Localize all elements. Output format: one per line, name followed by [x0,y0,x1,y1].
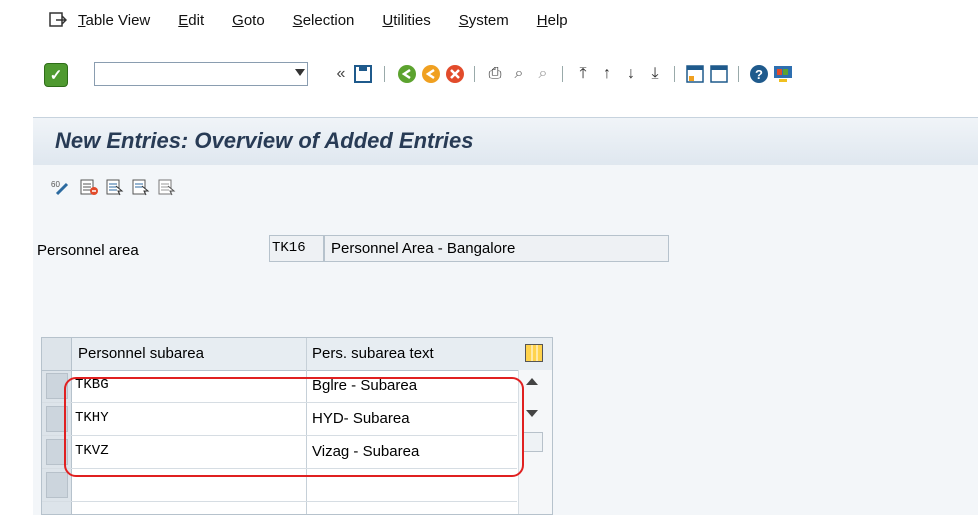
row-selector[interactable] [46,472,68,498]
toolbar-separator [738,66,739,82]
column-header-personnel-subarea[interactable]: Personnel subarea [78,345,204,362]
previous-page-icon[interactable]: ↑ [596,63,618,85]
vertical-scrollbar[interactable] [518,370,552,514]
menu-goto[interactable]: Goto [232,12,265,29]
personnel-area-text-field: Personnel Area - Bangalore [324,235,669,262]
menu-help[interactable]: Help [537,12,568,29]
help-icon[interactable]: ? [748,63,770,85]
command-dropdown-icon[interactable] [295,69,305,76]
change-display-icon[interactable]: 60 [51,177,71,197]
cell-subarea-text[interactable]: HYD- Subarea [312,410,410,427]
svg-text:?: ? [755,67,763,82]
toolbar-separator [384,66,385,82]
collapse-icon[interactable]: « [330,63,352,85]
table-row: TKBG Bglre - Subarea [42,370,517,403]
shortcut-icon[interactable] [708,63,730,85]
row-selector[interactable] [46,439,68,465]
print-icon[interactable]: ⎙ [484,63,506,85]
delete-icon[interactable] [79,177,99,197]
find-next-icon[interactable]: ⌕ [532,63,554,85]
menu-edit[interactable]: Edit [178,12,204,29]
scroll-thumb[interactable] [523,432,543,452]
cell-subarea[interactable]: TKVZ [75,443,109,459]
table-settings-icon[interactable] [525,344,543,362]
command-field[interactable] [94,62,308,86]
cell-subarea[interactable]: TKBG [75,377,109,393]
exit-icon[interactable] [420,63,442,85]
select-block-icon[interactable] [131,177,151,197]
enter-icon[interactable]: ✓ [44,63,68,87]
menu-table-view[interactable]: Table View [78,12,150,29]
personnel-area-label: Personnel area [37,242,139,259]
subarea-table: Personnel subarea Pers. subarea text TKB… [41,337,553,515]
title-band: New Entries: Overview of Added Entries [33,117,978,167]
menu-selection[interactable]: Selection [293,12,355,29]
cell-subarea-text[interactable]: Vizag - Subarea [312,443,419,460]
table-row: TKHY HYD- Subarea [42,403,517,436]
menu-system[interactable]: System [459,12,509,29]
table-row: TKVZ Vizag - Subarea [42,436,517,469]
select-all-icon[interactable] [105,177,125,197]
scroll-up-icon[interactable] [526,378,538,385]
system-toolbar: ✓ « ⎙ ⌕ ⌕ ⤒ ↑ ↓ ⤓ ? [0,54,978,94]
cell-subarea[interactable]: TKHY [75,410,109,426]
row-selector[interactable] [46,373,68,399]
scroll-down-icon[interactable] [526,410,538,417]
application-toolbar: 60 [33,165,978,211]
table-row [42,469,517,502]
next-page-icon[interactable]: ↓ [620,63,642,85]
table-header: Personnel subarea Pers. subarea text [42,338,552,371]
svg-text:60: 60 [51,180,60,189]
cell-subarea-text[interactable]: Bglre - Subarea [312,377,417,394]
row-selector[interactable] [46,406,68,432]
toolbar-separator [474,66,475,82]
find-icon[interactable]: ⌕ [508,63,530,85]
page-title: New Entries: Overview of Added Entries [55,128,474,153]
back-icon[interactable] [396,63,418,85]
exit-menu-icon[interactable] [48,10,68,30]
personnel-area-code-field: TK16 [269,235,324,262]
customize-layout-icon[interactable] [772,63,794,85]
save-icon[interactable] [352,63,374,85]
last-page-icon[interactable]: ⤓ [644,63,666,85]
menu-bar: Table View Edit Goto Selection Utilities… [0,0,978,40]
first-page-icon[interactable]: ⤒ [572,63,594,85]
select-all-rows-button[interactable] [42,338,72,370]
column-header-subarea-text[interactable]: Pers. subarea text [312,345,434,362]
cancel-icon[interactable] [444,63,466,85]
toolbar-separator [562,66,563,82]
menu-utilities[interactable]: Utilities [382,12,430,29]
create-session-icon[interactable] [684,63,706,85]
deselect-all-icon[interactable] [157,177,177,197]
toolbar-separator [674,66,675,82]
command-input[interactable] [99,63,283,85]
